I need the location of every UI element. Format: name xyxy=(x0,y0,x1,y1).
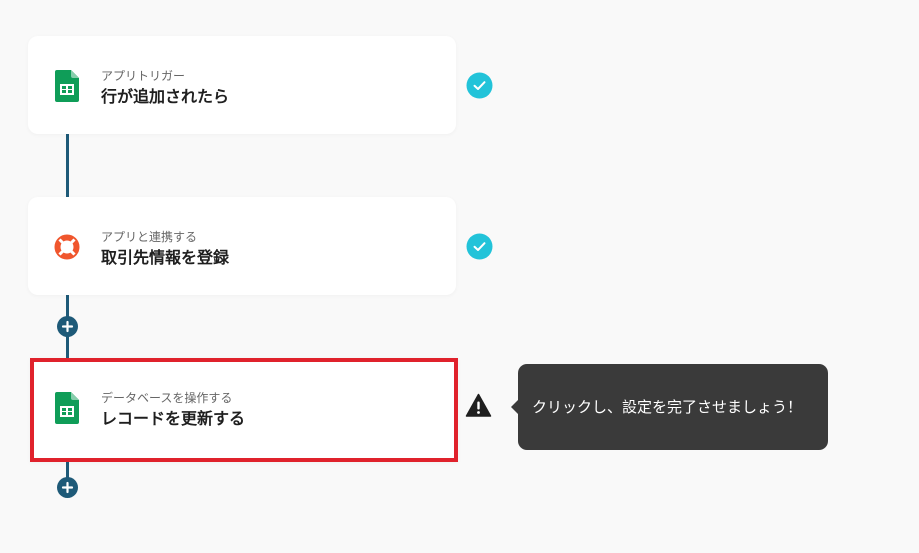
connector-line-1 xyxy=(66,132,69,198)
add-step-button[interactable] xyxy=(57,316,78,337)
hint-tooltip: クリックし、設定を完了させましょう！ xyxy=(511,364,828,450)
flow-step-trigger[interactable]: アプリトリガー 行が追加されたら xyxy=(28,36,456,134)
add-step-button[interactable] xyxy=(57,477,78,498)
check-circle-icon xyxy=(466,72,493,99)
step-title: 取引先情報を登録 xyxy=(101,248,230,267)
step-title: 行が追加されたら xyxy=(101,87,230,106)
warning-icon xyxy=(465,392,492,419)
step-type-label: データベースを操作する xyxy=(101,391,233,405)
flow-step-update-record[interactable]: データベースを操作する レコードを更新する xyxy=(30,358,458,462)
google-sheets-icon xyxy=(55,70,79,102)
step-type-label: アプリと連携する xyxy=(101,230,198,244)
google-sheets-icon xyxy=(55,392,79,424)
connector-line-3 xyxy=(66,460,69,478)
lifebuoy-icon xyxy=(54,234,80,260)
plus-icon xyxy=(61,320,74,333)
flow-step-register-account[interactable]: アプリと連携する 取引先情報を登録 xyxy=(28,197,456,295)
check-circle-icon xyxy=(466,233,493,260)
step-title: レコードを更新する xyxy=(101,409,246,428)
step-type-label: アプリトリガー xyxy=(101,69,186,83)
tooltip-text: クリックし、設定を完了させましょう！ xyxy=(532,398,803,416)
plus-icon xyxy=(61,481,74,494)
